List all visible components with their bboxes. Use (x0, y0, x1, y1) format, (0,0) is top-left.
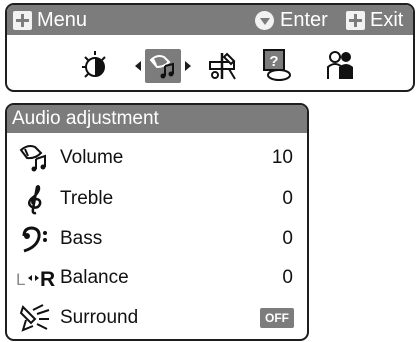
left-arrow-icon[interactable] (135, 61, 141, 71)
menu-bar: Menu Enter Exit (7, 5, 413, 35)
svg-text:R: R (40, 268, 55, 291)
volume-label: Volume (60, 147, 124, 168)
exit-icon (346, 10, 365, 30)
exit-button[interactable]: Exit (346, 5, 403, 35)
bass-row[interactable]: Bass 0 (7, 219, 307, 259)
help-icon[interactable]: ? (259, 47, 293, 83)
surround-row[interactable]: Surround OFF (7, 298, 307, 338)
exit-label: Exit (370, 9, 404, 31)
treble-clef-icon (28, 185, 42, 215)
enter-icon (255, 10, 274, 30)
audio-title: Audio adjustment (7, 105, 307, 133)
audio-icon[interactable] (147, 50, 179, 82)
enter-label: Enter (280, 9, 328, 31)
volume-row[interactable]: Volume 10 (7, 138, 307, 178)
contrast-icon[interactable] (78, 49, 112, 83)
menu-title: Menu (13, 5, 87, 35)
menu-icon (13, 10, 32, 30)
menu-title-label: Menu (37, 9, 88, 31)
people-icon[interactable] (324, 49, 358, 83)
volume-value: 10 (271, 147, 293, 168)
enter-button[interactable]: Enter (255, 5, 328, 35)
svg-text:?: ? (269, 53, 278, 70)
bass-clef-icon (22, 226, 47, 253)
surround-status-badge: OFF (260, 308, 294, 328)
treble-value: 0 (282, 188, 293, 209)
balance-row[interactable]: L R Balance 0 (7, 258, 307, 298)
right-arrow-icon[interactable] (185, 61, 191, 71)
settings-icon[interactable] (207, 49, 241, 83)
volume-icon (19, 145, 46, 172)
bass-label: Bass (60, 228, 103, 249)
audio-panel: Audio adjustment Volume 10 Treble 0 Bass… (5, 103, 309, 341)
menu-icon-row: ? (7, 35, 413, 90)
bass-value: 0 (282, 228, 293, 249)
surround-icon (19, 304, 50, 332)
balance-value: 0 (282, 267, 293, 288)
svg-text:L: L (16, 270, 25, 289)
surround-label: Surround (60, 307, 139, 328)
balance-icon: L R (16, 268, 55, 291)
menu-panel: Menu Enter Exit ? (5, 3, 415, 92)
treble-label: Treble (60, 188, 114, 209)
treble-row[interactable]: Treble 0 (7, 179, 307, 219)
balance-label: Balance (60, 267, 129, 288)
